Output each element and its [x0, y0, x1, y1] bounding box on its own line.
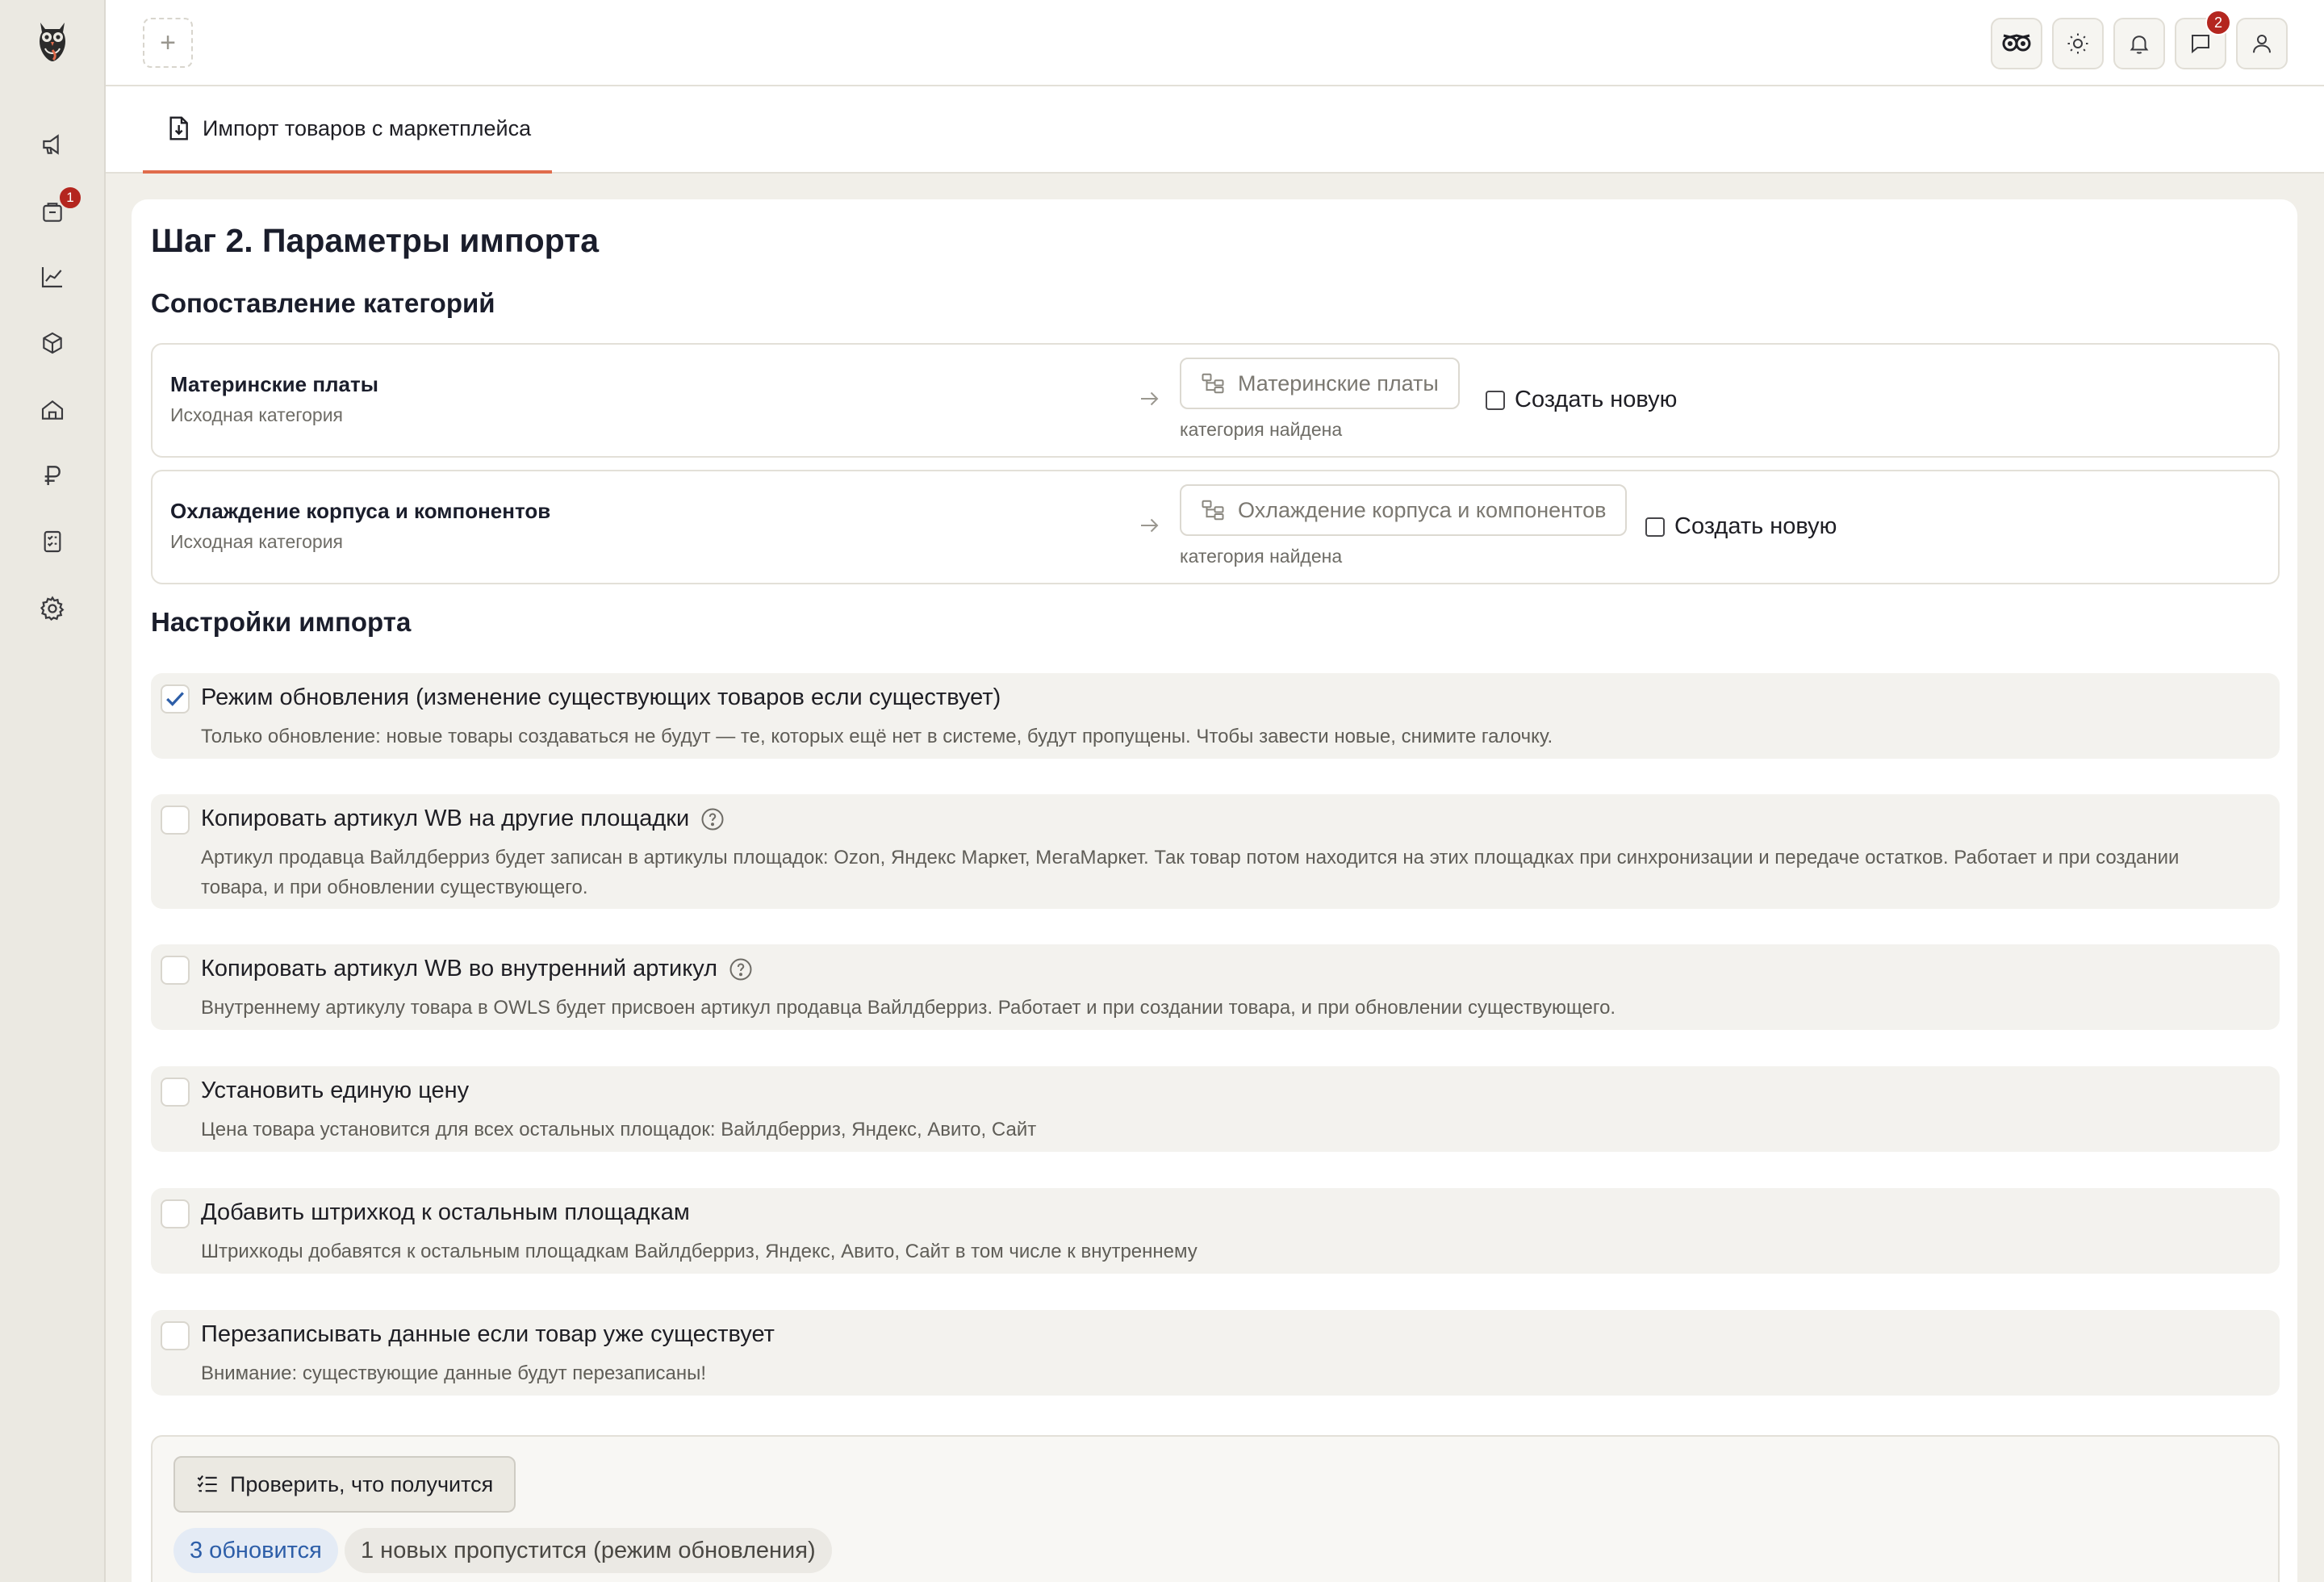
create-new-category-checkbox[interactable]: Создать новую — [1645, 513, 1837, 540]
source-category-caption: Исходная категория — [170, 531, 344, 552]
help-icon[interactable] — [700, 807, 725, 831]
preview-result-label: Проверить, что получится — [230, 1471, 494, 1496]
chat-icon — [2192, 35, 2209, 54]
overwrite-data-checkbox[interactable] — [161, 1321, 190, 1350]
import-params-card: Шаг 2. Параметры импорта Сопоставление к… — [132, 199, 2297, 1582]
option-overwrite-data: Перезаписывать данные если товар уже сущ… — [151, 1310, 2280, 1396]
owl-mode-button[interactable] — [1991, 18, 2042, 69]
target-category-select[interactable]: Материнские платы — [1180, 358, 1460, 409]
profile-button[interactable] — [2236, 18, 2288, 69]
cube-icon[interactable] — [34, 324, 71, 362]
target-category-select[interactable]: Охлаждение корпуса и компонентов — [1180, 484, 1628, 536]
single-price-checkbox[interactable] — [161, 1078, 190, 1107]
category-mapping-heading: Сопоставление категорий — [151, 288, 495, 318]
list-check-icon — [197, 1475, 217, 1492]
category-mapping-row: Охлаждение корпуса и компонентов Исходна… — [151, 470, 2280, 584]
sidebar: 1 — [0, 0, 106, 1582]
option-description: Внимание: существующие данные будут пере… — [201, 1362, 707, 1384]
skipped-count-badge: 1 новых пропустится (режим обновления) — [345, 1528, 832, 1573]
add-barcode-checkbox[interactable] — [161, 1199, 190, 1228]
source-category-caption: Исходная категория — [170, 404, 344, 425]
source-category-name: Охлаждение корпуса и компонентов — [170, 499, 551, 523]
arrow-right-icon — [1141, 391, 1159, 406]
theme-toggle-button[interactable] — [2052, 18, 2104, 69]
option-title: Копировать артикул WB во внутренний арти… — [201, 956, 753, 982]
copy-wb-internal-sku-checkbox[interactable] — [161, 956, 190, 985]
checklist-icon[interactable] — [34, 523, 71, 560]
top-bar: + 2 — [106, 0, 2324, 86]
page-title: Шаг 2. Параметры импорта — [151, 222, 600, 259]
option-title: Копировать артикул WB на другие площадки — [201, 806, 725, 832]
orders-badge: 1 — [58, 186, 82, 210]
option-copy-wb-internal-sku: Копировать артикул WB во внутренний арти… — [151, 944, 2280, 1030]
source-category-name: Материнские платы — [170, 372, 378, 396]
option-single-price: Установить единую цену Цена товара устан… — [151, 1066, 2280, 1152]
orders-icon[interactable]: 1 — [34, 186, 82, 231]
target-category-label: Охлаждение корпуса и компонентов — [1238, 497, 1607, 522]
user-icon — [2253, 35, 2271, 53]
option-title: Установить единую цену — [201, 1078, 469, 1104]
checkbox-box[interactable] — [1486, 390, 1505, 410]
tab-label: Импорт товаров с маркетплейса — [203, 115, 532, 140]
tab-marketplace-import[interactable]: Импорт товаров с маркетплейса — [143, 86, 552, 174]
category-tree-icon — [1202, 500, 1224, 521]
option-description: Штрихкоды добавятся к остальным площадка… — [201, 1241, 1198, 1262]
update-mode-checkbox[interactable] — [161, 684, 190, 714]
owl-logo[interactable] — [36, 18, 69, 65]
import-preview-panel: Проверить, что получится 3 обновится 1 н… — [151, 1435, 2280, 1582]
category-tree-icon — [1202, 373, 1224, 394]
preview-result-button[interactable]: Проверить, что получится — [173, 1456, 516, 1513]
option-update-mode: Режим обновления (изменение существующих… — [151, 673, 2280, 759]
sun-icon — [2067, 33, 2088, 54]
import-settings-heading: Настройки импорта — [151, 607, 412, 637]
category-status: категория найдена — [1180, 419, 1343, 440]
home-icon[interactable] — [34, 391, 71, 429]
ruble-icon[interactable] — [34, 457, 71, 494]
option-title: Перезаписывать данные если товар уже сущ… — [201, 1321, 775, 1348]
tab-bar: Импорт товаров с маркетплейса — [106, 86, 2324, 174]
owl-eyes-icon — [2002, 34, 2031, 52]
megaphone-icon[interactable] — [34, 126, 71, 163]
option-copy-wb-sku: Копировать артикул WB на другие площадки… — [151, 794, 2280, 909]
create-new-label: Создать новую — [1674, 513, 1837, 539]
option-description: Только обновление: новые товары создават… — [201, 726, 1553, 747]
option-title-text: Режим обновления (изменение существующих… — [201, 684, 1001, 710]
option-add-barcode: Добавить штрихкод к остальным площадкам … — [151, 1188, 2280, 1274]
option-description: Цена товара установится для всех остальн… — [201, 1119, 1037, 1140]
option-description: Артикул продавца Вайлдберриз будет запис… — [201, 847, 2180, 898]
target-category-label: Материнские платы — [1238, 370, 1439, 396]
option-title-text: Перезаписывать данные если товар уже сущ… — [201, 1321, 775, 1347]
option-title: Добавить штрихкод к остальным площадкам — [201, 1199, 690, 1226]
create-new-label: Создать новую — [1515, 387, 1678, 412]
category-status: категория найдена — [1180, 546, 1343, 567]
file-import-icon — [169, 116, 188, 140]
option-title-text: Установить единую цену — [201, 1078, 470, 1103]
messages-badge: 2 — [2205, 10, 2231, 36]
option-description: Внутреннему артикулу товара в OWLS будет… — [201, 997, 1616, 1019]
option-title-text: Копировать артикул WB на другие площадки — [201, 806, 690, 831]
copy-wb-sku-checkbox[interactable] — [161, 806, 190, 835]
notifications-button[interactable] — [2113, 18, 2165, 69]
option-title-text: Добавить штрихкод к остальным площадкам — [201, 1199, 690, 1225]
option-title: Режим обновления (изменение существующих… — [201, 684, 1001, 711]
checkmark-icon — [166, 692, 184, 706]
settings-icon[interactable] — [34, 590, 71, 627]
bell-icon — [2130, 36, 2149, 54]
messages-button[interactable]: 2 — [2175, 10, 2231, 69]
create-new-category-checkbox[interactable]: Создать новую — [1486, 387, 1677, 413]
option-title-text: Копировать артикул WB во внутренний арти… — [201, 956, 718, 981]
add-tab-button[interactable]: + — [143, 18, 193, 68]
help-icon[interactable] — [729, 957, 753, 981]
analytics-icon[interactable] — [34, 258, 71, 295]
arrow-right-icon — [1141, 518, 1159, 533]
category-mapping-row: Материнские платы Исходная категория Мат… — [151, 343, 2280, 458]
updated-count-badge: 3 обновится — [173, 1528, 338, 1573]
checkbox-box[interactable] — [1645, 517, 1665, 537]
